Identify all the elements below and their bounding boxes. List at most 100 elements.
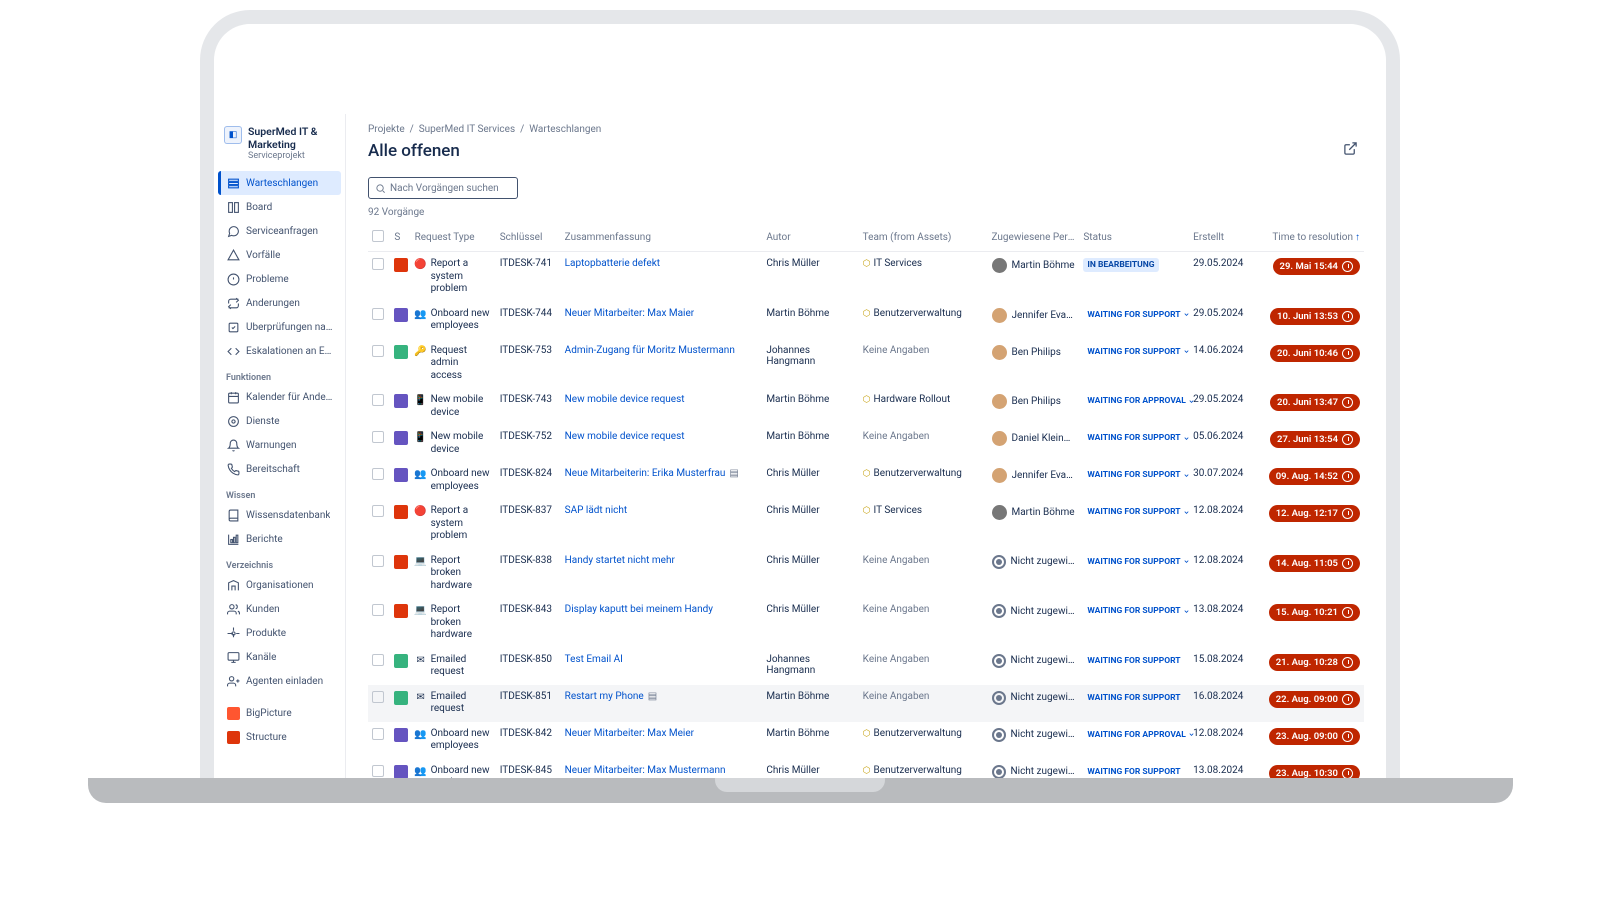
table-row[interactable]: 👥Onboard new employeesITDESK-842Neuer Mi…: [368, 722, 1364, 759]
issue-key[interactable]: ITDESK-843: [496, 598, 561, 648]
table-row[interactable]: 🔴Report a system problemITDESK-837SAP lä…: [368, 499, 1364, 549]
status-badge[interactable]: WAITING FOR SUPPORT: [1083, 654, 1184, 668]
issue-summary[interactable]: Handy startet nicht mehr: [565, 555, 675, 566]
sidebar-item-queue[interactable]: Warteschlangen: [218, 171, 341, 195]
status-badge[interactable]: WAITING FOR SUPPORT: [1083, 555, 1193, 569]
sidebar-item-bp[interactable]: BigPicture: [218, 701, 341, 725]
sidebar-item-prod[interactable]: Produkte: [218, 621, 341, 645]
col-sla[interactable]: Time to resolution↑: [1252, 224, 1364, 252]
issue-summary[interactable]: Restart my Phone: [565, 691, 644, 702]
status-badge[interactable]: WAITING FOR SUPPORT: [1083, 308, 1193, 322]
issue-summary[interactable]: Laptopbatterie defekt: [565, 258, 660, 269]
issue-key[interactable]: ITDESK-752: [496, 425, 561, 462]
sidebar-item-cust[interactable]: Kunden: [218, 597, 341, 621]
sidebar-item-alert[interactable]: Vorfälle: [218, 243, 341, 267]
row-checkbox[interactable]: [372, 394, 384, 406]
row-checkbox[interactable]: [372, 604, 384, 616]
status-badge[interactable]: WAITING FOR SUPPORT: [1083, 604, 1193, 618]
row-checkbox[interactable]: [372, 468, 384, 480]
sidebar-item-cal[interactable]: Kalender für Änderun...: [218, 385, 341, 409]
table-row[interactable]: 🔴Report a system problemITDESK-741Laptop…: [368, 252, 1364, 302]
row-checkbox[interactable]: [372, 431, 384, 443]
table-row[interactable]: 📱New mobile deviceITDESK-752New mobile d…: [368, 425, 1364, 462]
status-badge[interactable]: WAITING FOR SUPPORT: [1083, 505, 1193, 519]
row-checkbox[interactable]: [372, 258, 384, 270]
row-checkbox[interactable]: [372, 555, 384, 567]
select-all-checkbox[interactable]: [372, 230, 384, 242]
status-badge[interactable]: WAITING FOR SUPPORT: [1083, 431, 1193, 445]
status-badge[interactable]: IN BEARBEITUNG: [1083, 258, 1158, 272]
col-assignee[interactable]: Zugewiesene Person: [988, 224, 1080, 252]
col-key[interactable]: Schlüssel: [496, 224, 561, 252]
row-checkbox[interactable]: [372, 654, 384, 666]
sidebar-item-problem[interactable]: Probleme: [218, 267, 341, 291]
table-row[interactable]: ✉Emailed requestITDESK-851Restart my Pho…: [368, 685, 1364, 722]
issue-summary[interactable]: Neuer Mitarbeiter: Max Meier: [565, 728, 694, 739]
row-checkbox[interactable]: [372, 505, 384, 517]
col-type[interactable]: S: [390, 224, 410, 252]
sidebar-item-chat[interactable]: Serviceanfragen: [218, 219, 341, 243]
table-row[interactable]: 👥Onboard new employeesITDESK-744Neuer Mi…: [368, 302, 1364, 339]
table-row[interactable]: 👥Onboard new employeesITDESK-845Neuer Mi…: [368, 759, 1364, 781]
issue-summary[interactable]: Neuer Mitarbeiter: Max Mustermann: [565, 765, 726, 776]
issue-summary[interactable]: New mobile device request: [565, 394, 685, 405]
issue-summary[interactable]: SAP lädt nicht: [565, 505, 627, 516]
table-row[interactable]: 👥Onboard new employeesITDESK-824Neue Mit…: [368, 462, 1364, 499]
table-row[interactable]: 📱New mobile deviceITDESK-743New mobile d…: [368, 388, 1364, 425]
issue-key[interactable]: ITDESK-851: [496, 685, 561, 722]
sidebar-item-chan[interactable]: Kanäle: [218, 645, 341, 669]
row-checkbox[interactable]: [372, 765, 384, 777]
issue-key[interactable]: ITDESK-824: [496, 462, 561, 499]
issue-summary[interactable]: New mobile device request: [565, 431, 685, 442]
sidebar-item-struct[interactable]: Structure: [218, 725, 341, 749]
sidebar-item-code[interactable]: Eskalationen an Entw...: [218, 339, 341, 363]
status-badge[interactable]: WAITING FOR APPROVAL: [1083, 394, 1199, 408]
issue-key[interactable]: ITDESK-753: [496, 339, 561, 389]
status-badge[interactable]: WAITING FOR APPROVAL: [1083, 728, 1199, 742]
table-row[interactable]: 💻Report broken hardwareITDESK-843Display…: [368, 598, 1364, 648]
status-badge[interactable]: WAITING FOR SUPPORT: [1083, 691, 1184, 705]
sidebar-item-review[interactable]: Überprüfungen nach...: [218, 315, 341, 339]
row-checkbox[interactable]: [372, 691, 384, 703]
sidebar-item-kb[interactable]: Wissensdatenbank: [218, 503, 341, 527]
issue-key[interactable]: ITDESK-842: [496, 722, 561, 759]
issue-summary[interactable]: Admin-Zugang für Moritz Mustermann: [565, 345, 735, 356]
col-status[interactable]: Status: [1079, 224, 1189, 252]
sidebar-item-oncall[interactable]: Bereitschaft: [218, 457, 341, 481]
issue-key[interactable]: ITDESK-838: [496, 549, 561, 599]
col-summary[interactable]: Zusammenfassung: [561, 224, 763, 252]
issue-summary[interactable]: Test Email AI: [565, 654, 623, 665]
crumb-project[interactable]: SuperMed IT Services: [419, 124, 515, 135]
sidebar-item-org[interactable]: Organisationen: [218, 573, 341, 597]
search-input[interactable]: Nach Vorgängen suchen: [368, 177, 518, 199]
sidebar-item-services[interactable]: Dienste: [218, 409, 341, 433]
table-row[interactable]: ✉Emailed requestITDESK-850Test Email AIJ…: [368, 648, 1364, 685]
status-badge[interactable]: WAITING FOR SUPPORT: [1083, 345, 1193, 359]
table-row[interactable]: 💻Report broken hardwareITDESK-838Handy s…: [368, 549, 1364, 599]
col-request-type[interactable]: Request Type: [411, 224, 496, 252]
col-author[interactable]: Autor: [762, 224, 858, 252]
open-external-icon[interactable]: [1337, 135, 1364, 165]
row-checkbox[interactable]: [372, 308, 384, 320]
issue-key[interactable]: ITDESK-845: [496, 759, 561, 781]
status-badge[interactable]: WAITING FOR SUPPORT: [1083, 765, 1184, 779]
issue-key[interactable]: ITDESK-850: [496, 648, 561, 685]
issue-summary[interactable]: Neuer Mitarbeiter: Max Maier: [565, 308, 695, 319]
issue-key[interactable]: ITDESK-837: [496, 499, 561, 549]
row-checkbox[interactable]: [372, 345, 384, 357]
table-row[interactable]: 🔑Request admin accessITDESK-753Admin-Zug…: [368, 339, 1364, 389]
issue-summary[interactable]: Neue Mitarbeiterin: Erika Musterfrau: [565, 468, 726, 479]
sidebar-item-invite[interactable]: Agenten einladen: [218, 669, 341, 693]
issue-key[interactable]: ITDESK-743: [496, 388, 561, 425]
issue-key[interactable]: ITDESK-744: [496, 302, 561, 339]
sidebar-item-change[interactable]: Änderungen: [218, 291, 341, 315]
issue-summary[interactable]: Display kaputt bei meinem Handy: [565, 604, 713, 615]
sidebar-item-chart[interactable]: Berichte: [218, 527, 341, 551]
status-badge[interactable]: WAITING FOR SUPPORT: [1083, 468, 1193, 482]
sidebar-item-bell[interactable]: Warnungen: [218, 433, 341, 457]
row-checkbox[interactable]: [372, 728, 384, 740]
crumb-projects[interactable]: Projekte: [368, 124, 405, 135]
crumb-queues[interactable]: Warteschlangen: [529, 124, 601, 135]
sidebar-item-board[interactable]: Board: [218, 195, 341, 219]
col-team[interactable]: Team (from Assets): [859, 224, 988, 252]
